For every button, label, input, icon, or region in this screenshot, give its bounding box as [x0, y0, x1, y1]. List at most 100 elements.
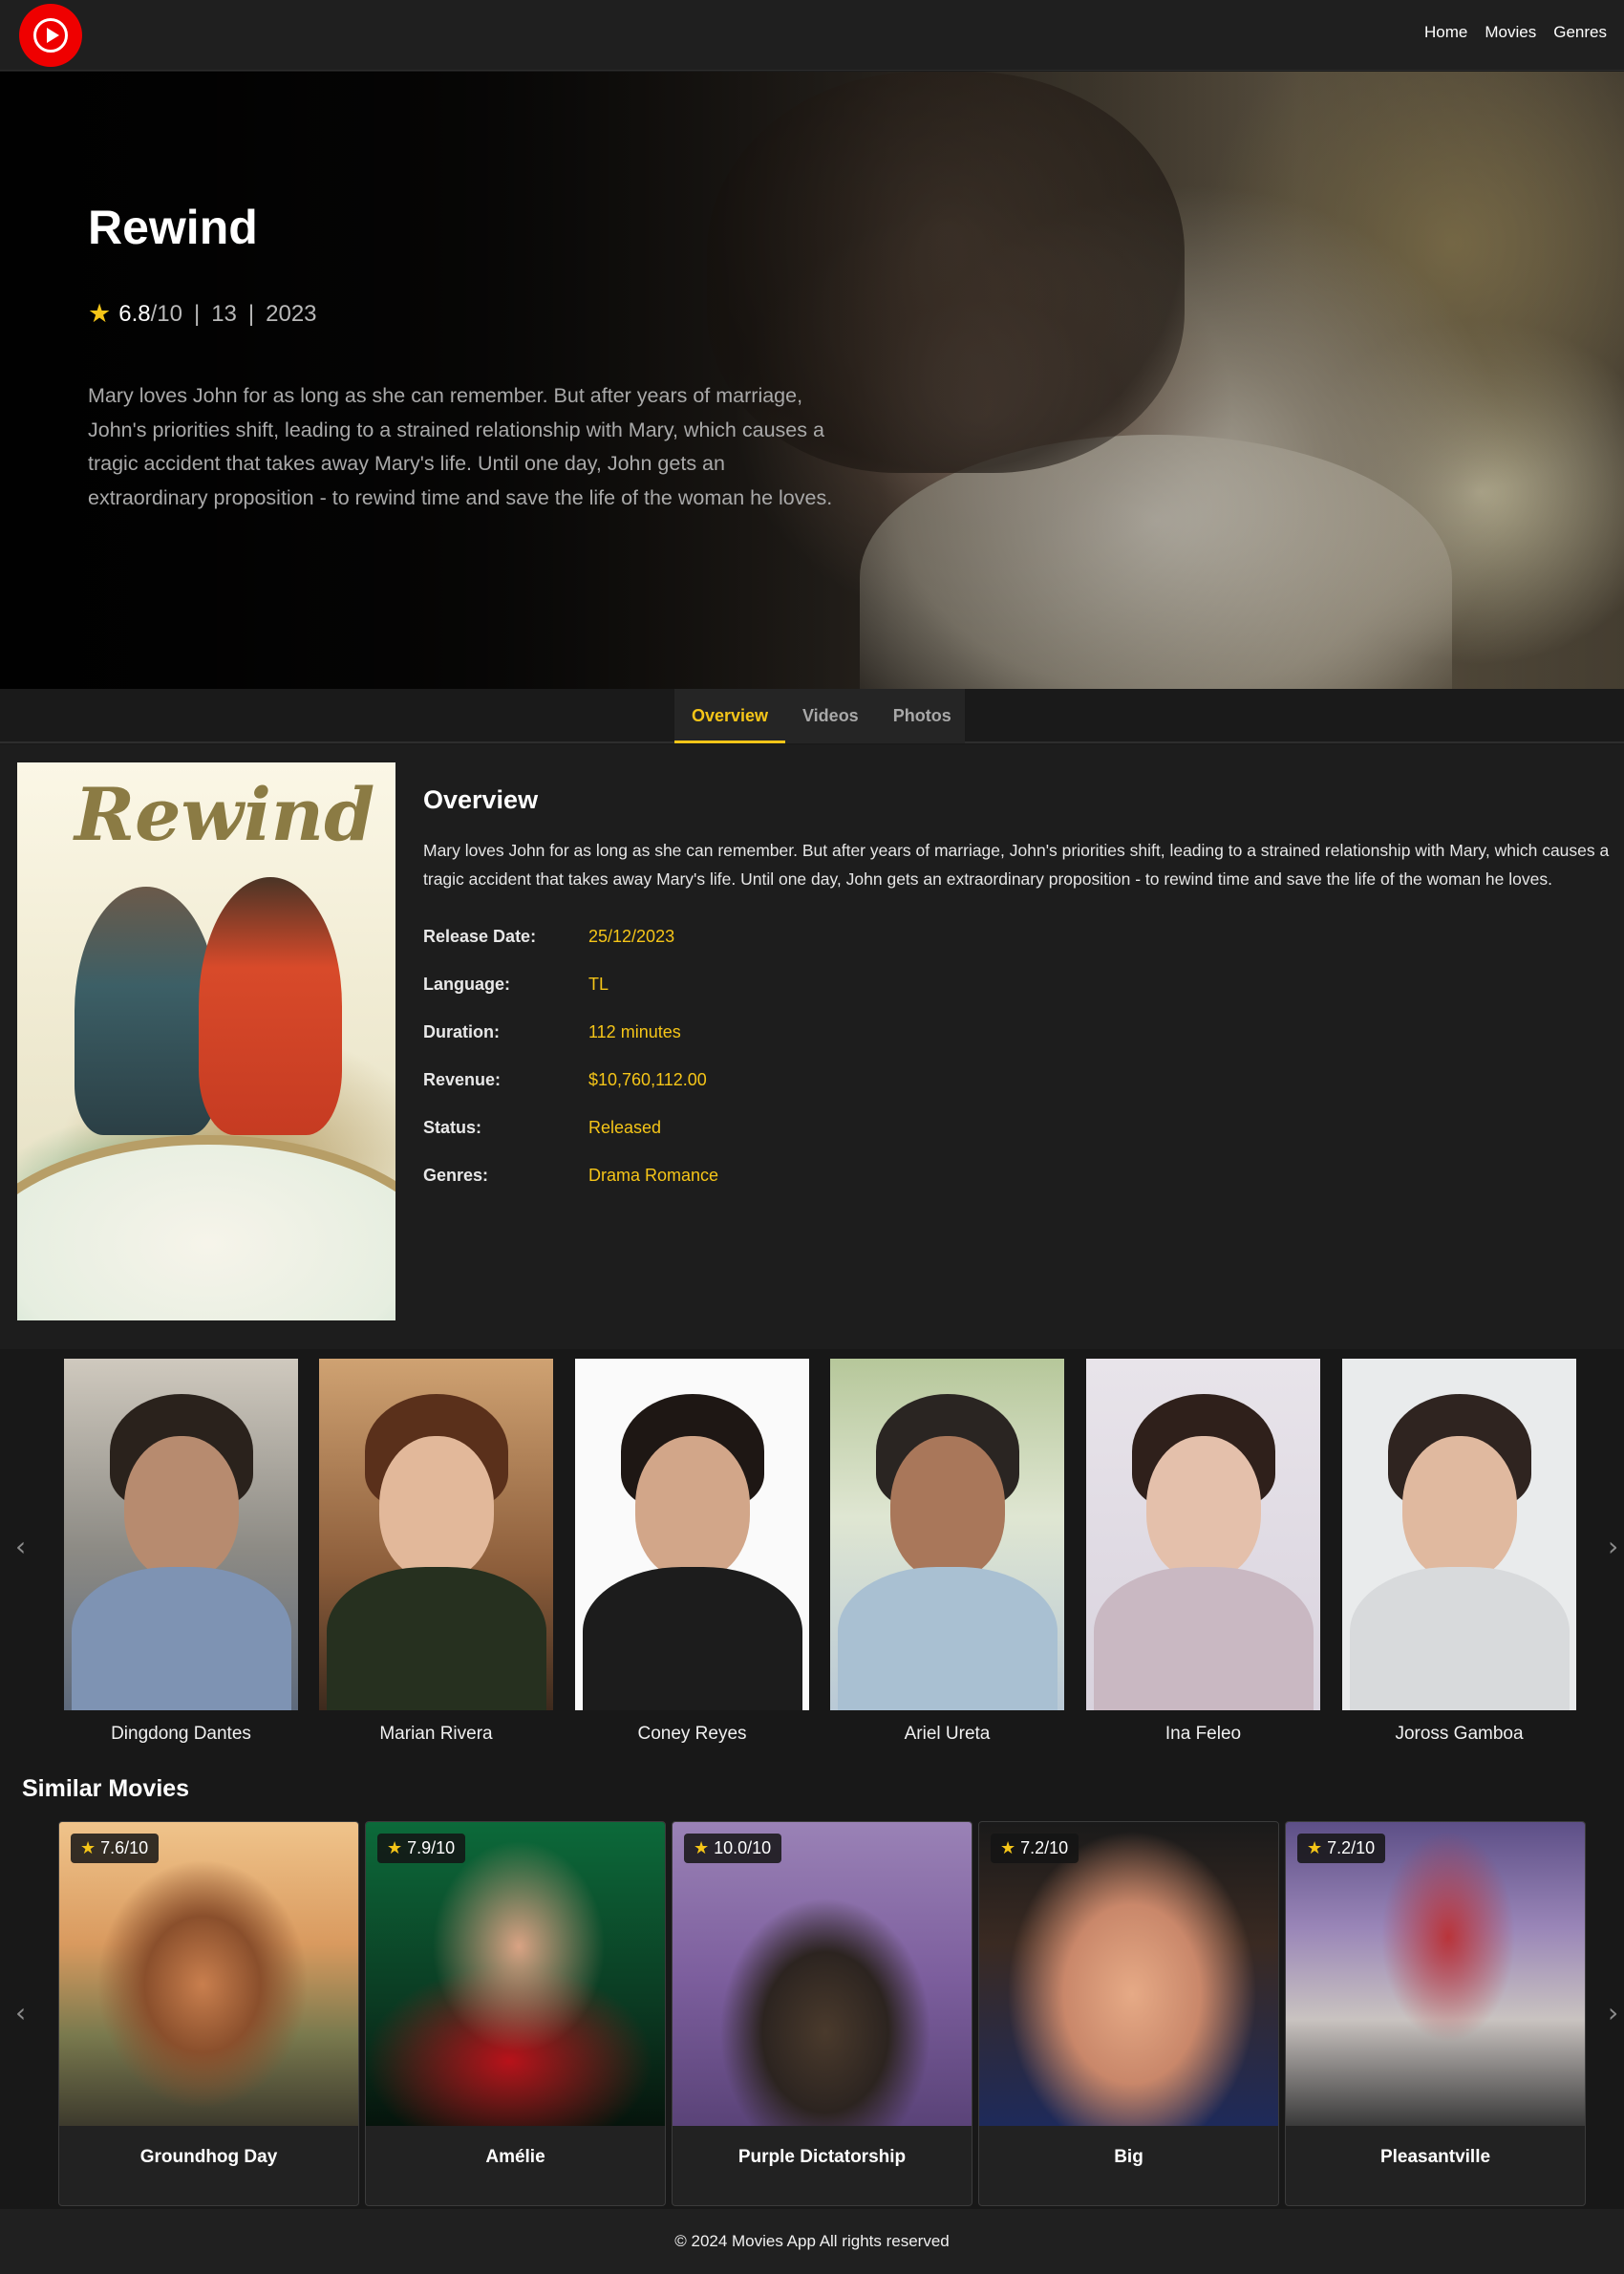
- cast-name: Coney Reyes: [637, 1724, 747, 1744]
- rating-text: 7.9/10: [407, 1838, 456, 1857]
- cast-name: Ina Feleo: [1165, 1724, 1242, 1744]
- movie-poster: ★ 10.0/10: [673, 1822, 972, 2126]
- detail-row-status: Status: Released: [423, 1118, 718, 1166]
- rating-value: 6.8: [118, 300, 151, 327]
- detail-value: TL: [588, 975, 609, 994]
- similar-movies-heading: Similar Movies: [22, 1775, 190, 1802]
- detail-value: 112 minutes: [588, 1022, 681, 1041]
- movie-title: Amélie: [485, 2147, 545, 2167]
- nav-home-link[interactable]: Home: [1424, 23, 1467, 42]
- tab-photos[interactable]: Photos: [876, 689, 969, 743]
- detail-row-release-date: Release Date: 25/12/2023: [423, 927, 718, 975]
- detail-value: Drama Romance: [588, 1166, 719, 1185]
- star-icon: ★: [387, 1838, 403, 1857]
- poster-figure-man: [75, 887, 218, 1135]
- movie-card[interactable]: ★ 10.0/10 Purple Dictatorship: [672, 1821, 972, 2206]
- poster-title: Rewind: [75, 772, 375, 857]
- movie-card[interactable]: ★ 7.2/10 Big: [978, 1821, 1279, 2206]
- cast-name: Ariel Ureta: [904, 1724, 991, 1744]
- poster-clock-art: [17, 1135, 395, 1320]
- meta-separator: |: [247, 300, 255, 327]
- movie-poster: ★ 7.2/10: [1286, 1822, 1585, 2126]
- cast-name: Dingdong Dantes: [111, 1724, 251, 1744]
- main-nav: Home Movies Genres: [1424, 23, 1607, 42]
- detail-label: Duration:: [423, 1022, 500, 1041]
- poster-figure-woman: [199, 877, 342, 1135]
- detail-label: Status:: [423, 1118, 482, 1137]
- detail-label: Language:: [423, 975, 511, 994]
- cast-photo: [319, 1359, 553, 1710]
- overview-heading: Overview: [423, 785, 539, 814]
- top-navbar: Home Movies Genres: [0, 0, 1624, 71]
- movie-meta: ★ 6.8 /10 | 13 | 2023: [88, 299, 317, 329]
- cast-card[interactable]: Joross Gamboa: [1342, 1359, 1576, 1745]
- tab-videos[interactable]: Videos: [785, 689, 876, 743]
- movie-title: Groundhog Day: [139, 2147, 278, 2167]
- overview-section: Rewind Overview Mary loves John for as l…: [0, 745, 1624, 1349]
- app-logo[interactable]: [19, 4, 82, 67]
- page-footer: © 2024 Movies App All rights reserved: [0, 2209, 1624, 2274]
- movie-card[interactable]: ★ 7.9/10 Amélie: [365, 1821, 666, 2206]
- rating-badge: ★ 7.2/10: [991, 1834, 1079, 1863]
- cast-name: Joross Gamboa: [1395, 1724, 1524, 1744]
- similar-movies-section: Similar Movies ‹ › ★ 7.6/10 Groundhog Day…: [0, 1760, 1624, 2209]
- movie-title: Purple Dictatorship: [737, 2147, 907, 2167]
- detail-value: Released: [588, 1118, 662, 1137]
- detail-tabs: Overview Videos Photos: [674, 689, 965, 743]
- cast-card[interactable]: Marian Rivera: [319, 1359, 553, 1745]
- star-icon: ★: [80, 1838, 96, 1857]
- cast-name: Marian Rivera: [379, 1724, 493, 1744]
- play-circle-icon: [33, 18, 68, 53]
- detail-label: Genres:: [423, 1166, 489, 1185]
- movie-poster: ★ 7.6/10: [59, 1822, 358, 2126]
- detail-row-genres: Genres: Drama Romance: [423, 1166, 718, 1213]
- movie-card[interactable]: ★ 7.6/10 Groundhog Day: [58, 1821, 359, 2206]
- cast-photo: [1342, 1359, 1576, 1710]
- detail-value: $10,760,112.00: [588, 1070, 707, 1089]
- movie-details: Release Date: 25/12/2023 Language: TL Du…: [423, 927, 718, 1213]
- cast-card[interactable]: Dingdong Dantes: [64, 1359, 298, 1745]
- rating-badge: ★ 7.6/10: [71, 1834, 160, 1863]
- cast-photo: [575, 1359, 809, 1710]
- hero-description: Mary loves John for as long as she can r…: [88, 384, 833, 509]
- cast-card[interactable]: Ariel Ureta: [830, 1359, 1064, 1745]
- rating-badge: ★ 7.9/10: [377, 1834, 466, 1863]
- release-year: 2023: [266, 300, 317, 327]
- overview-text: Mary loves John for as long as she can r…: [423, 841, 1610, 889]
- tab-overview[interactable]: Overview: [674, 689, 785, 743]
- rating-text: 7.2/10: [1327, 1838, 1376, 1857]
- detail-value: 25/12/2023: [588, 927, 675, 946]
- chevron-right-icon[interactable]: ›: [1608, 1531, 1618, 1562]
- detail-row-revenue: Revenue: $10,760,112.00: [423, 1070, 718, 1118]
- star-icon: ★: [694, 1838, 710, 1857]
- cast-carousel: ‹ › Dingdong Dantes Marian Rivera Coney …: [0, 1349, 1624, 1760]
- rating-text: 7.6/10: [100, 1838, 149, 1857]
- nav-genres-link[interactable]: Genres: [1553, 23, 1607, 42]
- cast-photo: [1086, 1359, 1320, 1710]
- chevron-left-icon[interactable]: ‹: [15, 1997, 26, 2028]
- nav-movies-link[interactable]: Movies: [1485, 23, 1536, 42]
- chevron-right-icon[interactable]: ›: [1608, 1997, 1618, 2028]
- detail-tab-bar: Overview Videos Photos: [0, 689, 1624, 743]
- cast-photo: [64, 1359, 298, 1710]
- star-icon: ★: [88, 299, 112, 328]
- age-rating: 13: [211, 300, 237, 327]
- cast-photo: [830, 1359, 1064, 1710]
- cast-card[interactable]: Coney Reyes: [575, 1359, 809, 1745]
- chevron-left-icon[interactable]: ‹: [15, 1531, 26, 1562]
- rating-text: 7.2/10: [1020, 1838, 1069, 1857]
- movie-card[interactable]: ★ 7.2/10 Pleasantville: [1285, 1821, 1586, 2206]
- detail-label: Revenue:: [423, 1070, 502, 1089]
- movie-poster: ★ 7.9/10: [366, 1822, 665, 2126]
- rating-suffix: /10: [150, 300, 182, 327]
- rating-badge: ★ 7.2/10: [1297, 1834, 1386, 1863]
- rating-badge: ★ 10.0/10: [684, 1834, 782, 1863]
- movie-title: Rewind: [88, 201, 258, 254]
- cast-card[interactable]: Ina Feleo: [1086, 1359, 1320, 1745]
- detail-row-language: Language: TL: [423, 975, 718, 1022]
- star-icon: ★: [1307, 1838, 1323, 1857]
- meta-separator: |: [193, 300, 201, 327]
- movie-poster: Rewind: [17, 762, 395, 1320]
- movie-title: Big: [1114, 2147, 1143, 2167]
- movie-title: Pleasantville: [1379, 2147, 1491, 2167]
